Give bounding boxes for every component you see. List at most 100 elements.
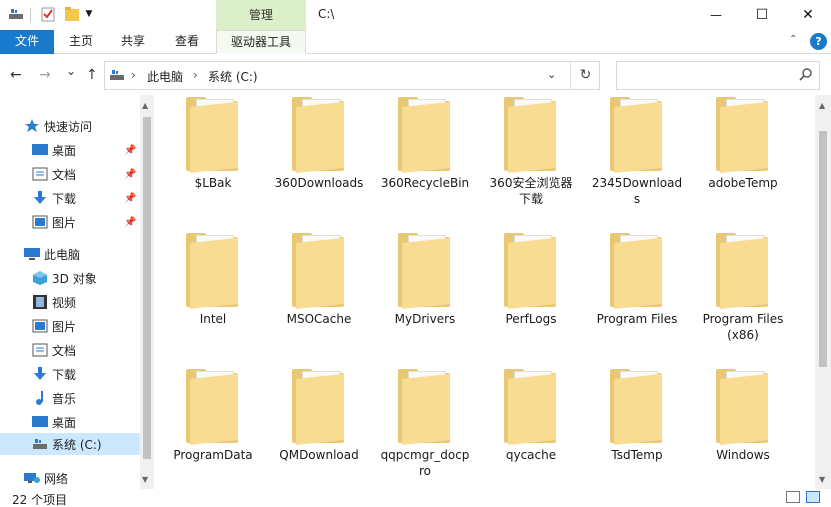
drive-icon — [32, 437, 48, 451]
context-tab-manage[interactable]: 管理 — [216, 0, 306, 30]
drive-app-icon — [6, 5, 26, 23]
folder-item[interactable]: MyDrivers — [372, 231, 478, 361]
customize-toolbar-icon[interactable]: ▼ — [82, 5, 96, 23]
folder-label: 360Downloads — [274, 176, 364, 190]
maximize-button[interactable]: ☐ — [739, 0, 785, 30]
close-button[interactable]: ✕ — [785, 0, 831, 30]
folder-item[interactable]: Intel — [160, 231, 266, 361]
sidebar-item-this-pc[interactable]: 此电脑 — [0, 243, 140, 265]
scrollbar-thumb[interactable] — [143, 117, 151, 459]
folder-item[interactable]: QMDownload — [266, 367, 372, 489]
folder-item[interactable]: 2345Download s — [584, 95, 690, 225]
ribbon-tabs: 文件 主页 共享 查看 驱动器工具 ⌃ ? — [0, 30, 831, 54]
tab-share[interactable]: 共享 — [112, 30, 154, 54]
sidebar-item-downloads[interactable]: 下载 📌 — [0, 187, 140, 209]
sidebar-item-music[interactable]: 音乐 — [0, 387, 140, 409]
tab-view[interactable]: 查看 — [166, 30, 208, 54]
music-icon — [32, 391, 48, 405]
sidebar-item-downloads-pc[interactable]: 下载 — [0, 363, 140, 385]
help-icon[interactable]: ? — [810, 33, 827, 50]
sidebar-item-label: 桌面 — [52, 415, 77, 430]
pin-icon[interactable]: 📌 — [124, 217, 136, 228]
folder-item[interactable]: MSOCache — [266, 231, 372, 361]
sidebar-item-label: 3D 对象 — [52, 271, 97, 286]
desktop-icon — [32, 143, 48, 157]
folder-item[interactable]: 360RecycleBin — [372, 95, 478, 225]
pin-icon[interactable]: 📌 — [124, 169, 136, 180]
scrollbar-thumb[interactable] — [819, 131, 827, 367]
folder-item[interactable]: 360Downloads — [266, 95, 372, 225]
folder-label: 360安全浏览器 — [489, 176, 573, 190]
sidebar-item-documents[interactable]: 文档 📌 — [0, 163, 140, 185]
forward-button[interactable]: → — [39, 67, 51, 83]
scroll-down-icon[interactable]: ▼ — [819, 475, 825, 484]
content-scrollbar[interactable]: ▲ ▼ — [815, 95, 831, 489]
sidebar-item-label: 此电脑 — [44, 247, 81, 262]
folder-item[interactable]: ProgramData — [160, 367, 266, 489]
sidebar-item-documents-pc[interactable]: 文档 — [0, 339, 140, 361]
tab-drive-tools[interactable]: 驱动器工具 — [216, 30, 306, 54]
breadcrumb-separator[interactable]: › — [131, 68, 136, 82]
search-input[interactable] — [616, 61, 820, 90]
expand-ribbon-icon[interactable]: ⌃ — [789, 34, 797, 45]
scroll-up-icon[interactable]: ▲ — [819, 101, 825, 110]
back-button[interactable]: ← — [10, 67, 22, 83]
recent-locations-button[interactable]: ⌄ — [66, 64, 76, 78]
breadcrumb-this-pc[interactable]: 此电脑 — [147, 68, 183, 85]
details-view-icon[interactable] — [786, 491, 800, 503]
sidebar-item-label: 文档 — [52, 343, 77, 358]
scroll-down-icon[interactable]: ▼ — [142, 475, 148, 484]
tab-home[interactable]: 主页 — [60, 30, 102, 54]
document-icon — [32, 343, 48, 357]
folder-label: MSOCache — [286, 312, 352, 326]
navigation-pane-scrollbar[interactable]: ▲ ▼ — [140, 95, 154, 489]
document-icon — [32, 167, 48, 181]
folder-item[interactable]: Program Files (x86) — [690, 231, 796, 361]
large-icons-view-icon[interactable] — [806, 491, 820, 503]
folder-label: QMDownload — [279, 448, 359, 462]
pin-icon[interactable]: 📌 — [124, 145, 136, 156]
sidebar-item-pictures-pc[interactable]: 图片 — [0, 315, 140, 337]
address-bar[interactable]: › 此电脑 › 系统 (C:) ⌄ ↻ — [104, 61, 600, 90]
download-icon — [32, 191, 48, 205]
sidebar-item-label: 下载 — [52, 191, 77, 206]
folder-icon — [292, 233, 348, 309]
folder-item[interactable]: adobeTemp — [690, 95, 796, 225]
folder-icon — [610, 369, 666, 445]
folder-item[interactable]: $LBak — [160, 95, 266, 225]
folder-label: TsdTemp — [611, 448, 663, 462]
breadcrumb-separator[interactable]: › — [193, 68, 198, 82]
sidebar-item-drive-c[interactable]: 系统 (C:) — [0, 433, 140, 455]
new-folder-icon[interactable] — [62, 5, 82, 23]
sidebar-item-label: 视频 — [52, 295, 77, 310]
sidebar-item-videos[interactable]: 视频 — [0, 291, 140, 313]
folder-label: Program Files — [596, 312, 678, 326]
properties-icon[interactable] — [38, 5, 58, 23]
folder-icon — [186, 369, 242, 445]
folder-item[interactable]: PerfLogs — [478, 231, 584, 361]
pin-icon[interactable]: 📌 — [124, 193, 136, 204]
sidebar-item-pictures[interactable]: 图片 📌 — [0, 211, 140, 233]
folder-item[interactable]: qqpcmgr_docp ro — [372, 367, 478, 489]
breadcrumb-drive-c[interactable]: 系统 (C:) — [208, 68, 258, 85]
folder-label: ProgramData — [173, 448, 253, 462]
sidebar-item-network[interactable]: 网络 — [0, 467, 140, 489]
folder-item[interactable]: 360安全浏览器 下载 — [478, 95, 584, 225]
refresh-button[interactable]: ↻ — [570, 62, 600, 89]
sidebar-item-quick-access[interactable]: 快速访问 — [0, 115, 140, 137]
status-bar: 22 个项目 — [0, 489, 831, 507]
scroll-up-icon[interactable]: ▲ — [142, 101, 148, 110]
minimize-button[interactable]: — — [693, 0, 739, 30]
address-dropdown-icon[interactable]: ⌄ — [547, 68, 556, 81]
folder-item[interactable]: Program Files — [584, 231, 690, 361]
up-button[interactable]: ↑ — [86, 67, 98, 83]
folder-item[interactable]: TsdTemp — [584, 367, 690, 489]
sidebar-item-desktop-pc[interactable]: 桌面 — [0, 411, 140, 433]
picture-icon — [32, 319, 48, 333]
sidebar-item-desktop[interactable]: 桌面 📌 — [0, 139, 140, 161]
folder-label: Program Files — [702, 312, 784, 326]
folder-item[interactable]: Windows — [690, 367, 796, 489]
sidebar-item-3d-objects[interactable]: 3D 对象 — [0, 267, 140, 289]
folder-item[interactable]: qycache — [478, 367, 584, 489]
tab-file[interactable]: 文件 — [0, 30, 54, 54]
